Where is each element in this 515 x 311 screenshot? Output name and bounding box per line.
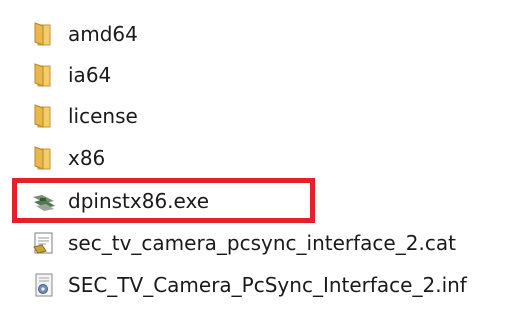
list-item-amd64[interactable]: amd64 xyxy=(30,14,138,54)
item-name: x86 xyxy=(68,146,106,170)
list-item-x86[interactable]: x86 xyxy=(30,138,105,178)
folder-icon xyxy=(30,102,58,130)
list-item-ia64[interactable]: ia64 xyxy=(30,55,111,95)
list-item-license[interactable]: license xyxy=(30,96,138,136)
item-name: license xyxy=(68,104,138,128)
setup-information-icon xyxy=(30,271,58,299)
list-item-cat-file[interactable]: sec_tv_camera_pcsync_interface_2.cat xyxy=(30,223,456,263)
list-item-inf-file[interactable]: SEC_TV_Camera_PcSync_Interface_2.inf xyxy=(30,265,467,305)
item-name: amd64 xyxy=(68,22,138,46)
folder-icon xyxy=(30,61,58,89)
folder-icon xyxy=(30,20,58,48)
security-catalog-icon xyxy=(30,229,58,257)
file-list: amd64 ia64 license x86 dpinstx86.exe sec… xyxy=(0,0,515,311)
item-name: ia64 xyxy=(68,63,112,87)
highlight-box xyxy=(12,178,315,223)
folder-icon xyxy=(30,144,58,172)
item-name: SEC_TV_Camera_PcSync_Interface_2.inf xyxy=(68,273,467,297)
item-name: sec_tv_camera_pcsync_interface_2.cat xyxy=(68,231,456,255)
